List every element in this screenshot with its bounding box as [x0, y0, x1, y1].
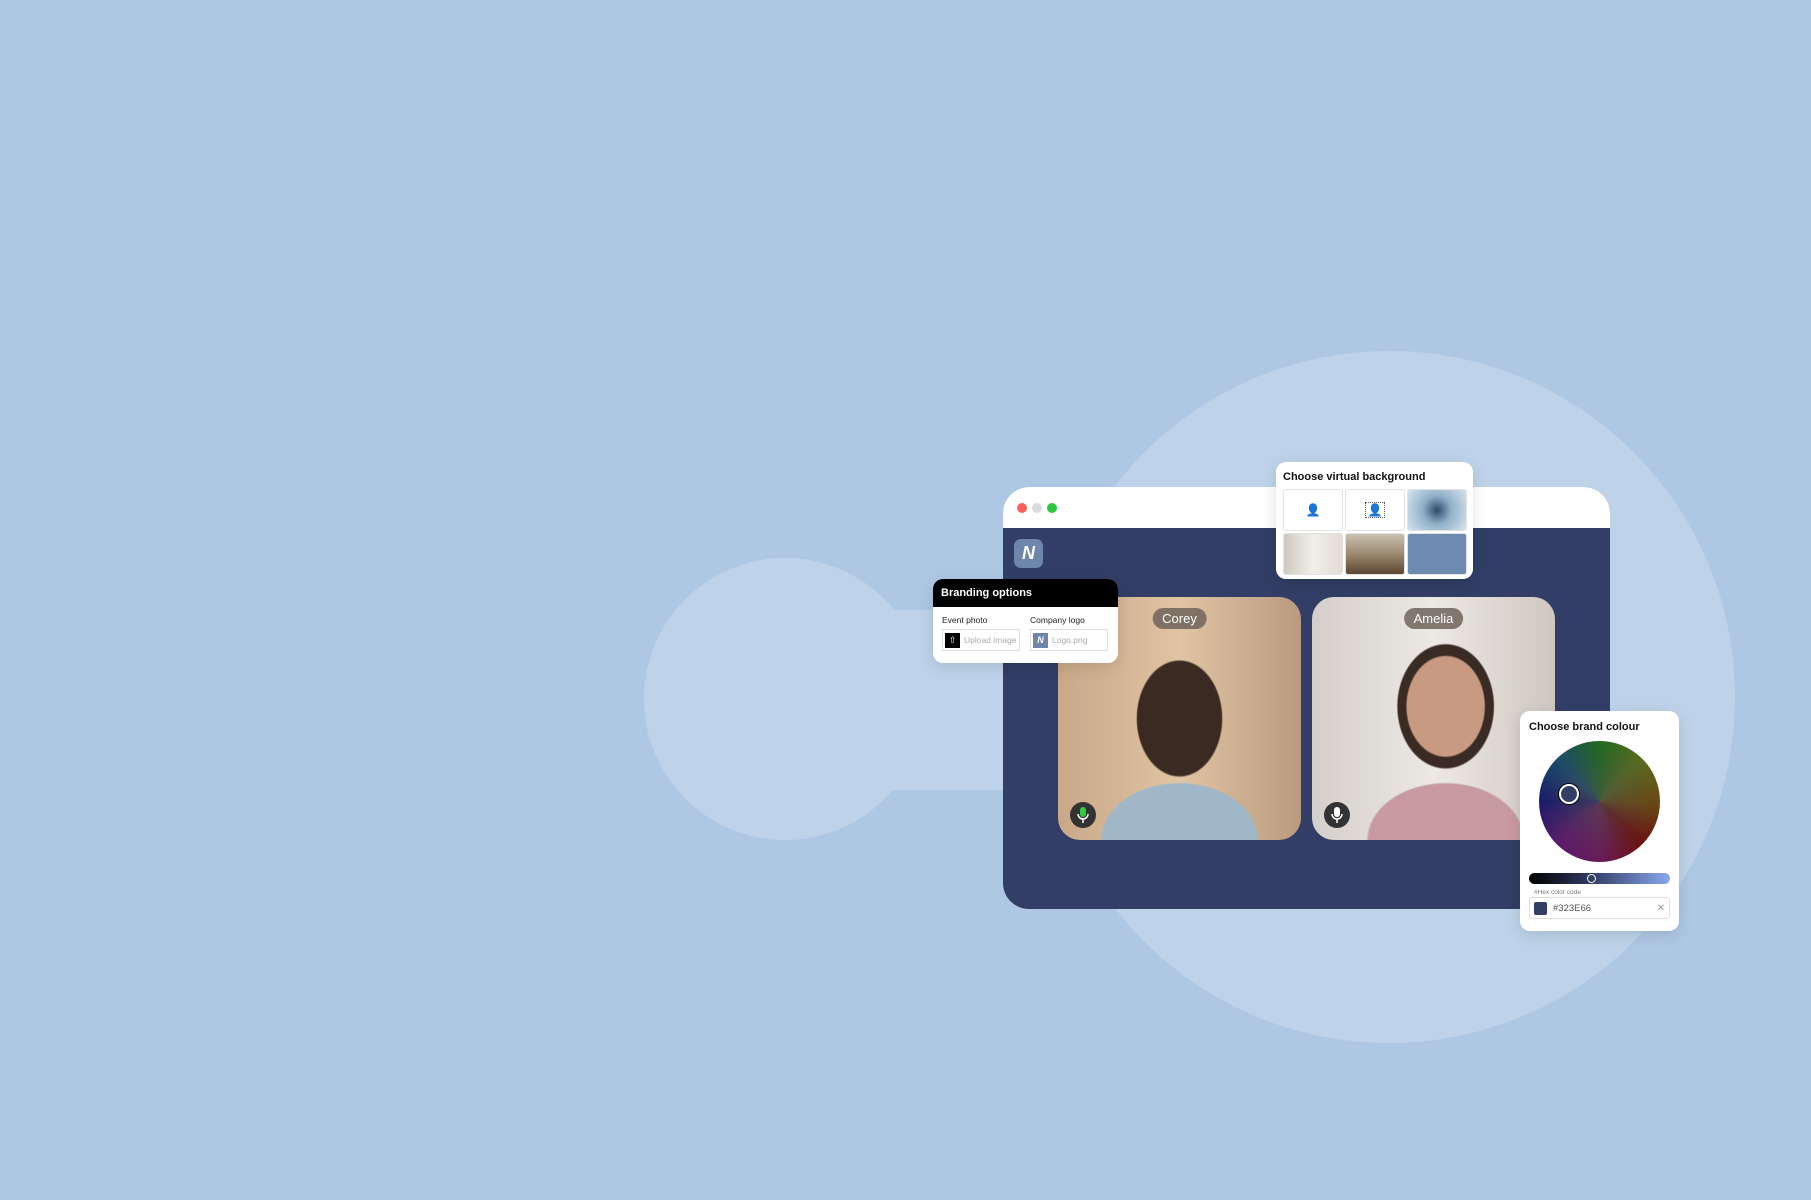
bg-option-ice[interactable] [1407, 489, 1467, 531]
slider-thumb[interactable] [1586, 874, 1596, 883]
logo-filename: Logo.png [1052, 635, 1088, 645]
brightness-slider[interactable] [1529, 873, 1670, 884]
company-logo-label: Company logo [1030, 615, 1085, 625]
brand-logo-icon: N [1014, 539, 1043, 568]
branding-header: Branding options [933, 579, 1118, 607]
hex-input[interactable]: #323E66 ✕ [1529, 897, 1670, 919]
panel-title: Branding options [941, 587, 1033, 599]
participant-name: Amelia [1403, 608, 1464, 629]
brand-colour-panel: Choose brand colour #Hex color code #323… [1520, 711, 1679, 931]
maximize-dot[interactable] [1047, 502, 1057, 513]
colour-wheel[interactable] [1539, 741, 1660, 862]
upload-image-field[interactable]: ⇧ Upload image [942, 629, 1020, 651]
upload-icon: ⇧ [945, 632, 960, 648]
upload-placeholder: Upload image [964, 635, 1017, 645]
event-photo-label: Event photo [942, 615, 988, 625]
branding-options-panel: Branding options Event photo ⇧ Upload ima… [933, 579, 1118, 663]
colour-swatch [1534, 901, 1547, 915]
panel-title: Choose virtual background [1283, 471, 1426, 483]
bg-option-solid-blue[interactable] [1407, 533, 1467, 575]
company-logo-field[interactable]: N Logo.png [1030, 629, 1108, 651]
hex-label: #Hex color code [1534, 889, 1581, 896]
bg-option-room[interactable] [1283, 533, 1343, 575]
bg-option-none[interactable]: 👤 [1283, 489, 1343, 531]
person-icon: 👤 [1305, 503, 1321, 517]
hex-value: #323E66 [1553, 902, 1592, 914]
person-blur-icon: 👤 [1364, 502, 1386, 518]
bg-option-blur[interactable]: 👤 [1345, 489, 1405, 531]
mic-active-icon[interactable] [1070, 802, 1096, 828]
clear-icon[interactable]: ✕ [1657, 903, 1665, 914]
bg-option-desert[interactable] [1345, 533, 1405, 575]
participant-name: Corey [1152, 608, 1207, 629]
close-dot[interactable] [1017, 502, 1027, 513]
colour-picker-handle[interactable] [1559, 784, 1579, 804]
virtual-background-panel: Choose virtual background 👤 👤 [1276, 462, 1473, 579]
mic-icon[interactable] [1324, 802, 1350, 828]
minimize-dot[interactable] [1032, 502, 1042, 513]
video-tile-amelia[interactable]: Amelia [1312, 597, 1555, 840]
panel-title: Choose brand colour [1529, 721, 1640, 733]
logo-thumbnail-icon: N [1033, 632, 1048, 648]
